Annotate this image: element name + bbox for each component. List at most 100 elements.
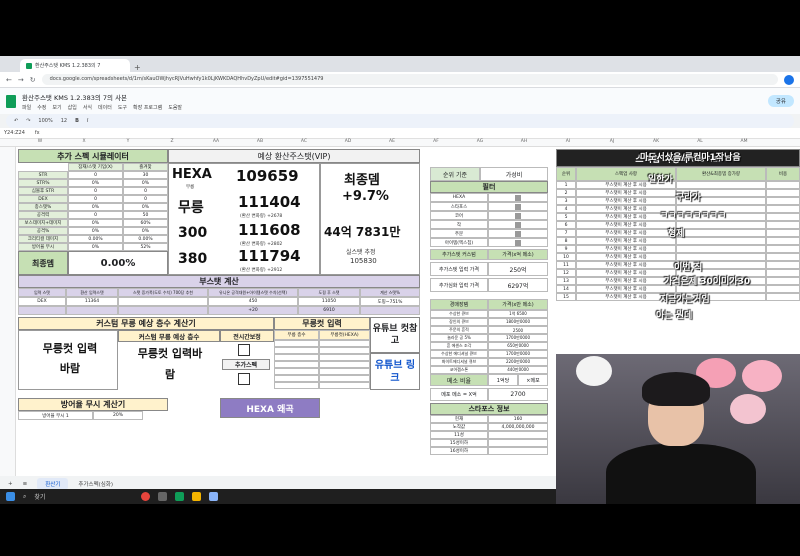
cut-hexa-cell[interactable] bbox=[319, 354, 370, 361]
auction-item-value[interactable]: 1700만0000 bbox=[488, 334, 548, 342]
url-input[interactable]: docs.google.com/spreadsheets/d/1m/sKauOW… bbox=[41, 74, 778, 85]
sim-row-input[interactable]: 0 bbox=[68, 211, 123, 219]
menu-edit[interactable]: 수정 bbox=[37, 104, 46, 111]
redo-icon[interactable]: ↷ bbox=[26, 118, 30, 124]
column-header[interactable]: AH bbox=[502, 139, 546, 146]
column-header[interactable]: AK bbox=[634, 139, 678, 146]
column-header[interactable]: AB bbox=[238, 139, 282, 146]
auction-item-value[interactable]: 2200만0000 bbox=[488, 358, 548, 366]
sim-row-input[interactable]: 0 bbox=[68, 171, 123, 179]
filter-checkbox[interactable] bbox=[515, 239, 521, 246]
sim-row-value[interactable]: 0% bbox=[123, 203, 168, 211]
starforce-value[interactable] bbox=[488, 447, 548, 455]
doc-title[interactable]: 환산주스탯 KMS 1.2.383의 7의 사본 bbox=[22, 92, 762, 102]
font-size-input[interactable]: 12 bbox=[61, 118, 67, 124]
sheets-logo-icon[interactable] bbox=[6, 94, 16, 108]
sim-row-value[interactable]: 60% bbox=[123, 219, 168, 227]
custom-price-value[interactable]: 6297억 bbox=[488, 278, 548, 292]
cut-floor-cell[interactable] bbox=[274, 368, 319, 375]
sim-row-input[interactable]: 0% bbox=[68, 179, 123, 187]
hexa-distortion-button[interactable]: HEXA 왜곡 bbox=[220, 398, 320, 418]
cut-floor-cell[interactable] bbox=[274, 382, 319, 389]
italic-icon[interactable]: I bbox=[87, 118, 88, 124]
sheet-tab-extra[interactable]: 추가스펙(심화) bbox=[78, 480, 113, 488]
column-header[interactable]: AI bbox=[546, 139, 590, 146]
share-button[interactable]: 공유 bbox=[767, 95, 794, 107]
cut-floor-cell[interactable] bbox=[274, 361, 319, 368]
windows-start-icon[interactable] bbox=[6, 492, 15, 501]
cut-floor-cell[interactable] bbox=[274, 354, 319, 361]
column-header[interactable]: AF bbox=[414, 139, 458, 146]
boost-cell[interactable] bbox=[118, 297, 208, 306]
bold-icon[interactable]: B bbox=[75, 118, 79, 124]
meso-rate-value[interactable]: 2700 bbox=[488, 388, 548, 401]
filter-checkbox[interactable] bbox=[515, 230, 521, 237]
filter-checkbox[interactable] bbox=[515, 194, 521, 201]
boost-cell[interactable]: 11050 bbox=[298, 297, 360, 306]
zoom-select[interactable]: 100% bbox=[38, 118, 52, 124]
auction-item-value[interactable]: 1억 6500 bbox=[488, 310, 548, 318]
filter-checkbox[interactable] bbox=[515, 203, 521, 210]
boost-cell[interactable]: 도핑~751% bbox=[360, 297, 420, 306]
menu-tools[interactable]: 도구 bbox=[118, 104, 127, 111]
sim-row-value[interactable]: 0 bbox=[123, 187, 168, 195]
column-header[interactable]: AA bbox=[194, 139, 238, 146]
auction-item-value[interactable]: 2500 bbox=[488, 326, 548, 334]
undo-icon[interactable]: ↶ bbox=[14, 118, 18, 124]
reload-icon[interactable]: ↻ bbox=[30, 76, 36, 84]
filter-checkbox[interactable] bbox=[515, 212, 521, 219]
menu-file[interactable]: 파일 bbox=[22, 104, 31, 111]
sim-row-input[interactable]: 0% bbox=[68, 243, 123, 251]
column-header[interactable]: AL bbox=[678, 139, 722, 146]
browser-tab[interactable]: 환산주스탯 KMS 1.2.383의 7 bbox=[20, 59, 130, 72]
sim-row-input[interactable]: 0 bbox=[68, 187, 123, 195]
sim-row-value[interactable]: 0% bbox=[123, 227, 168, 235]
cut-floor-cell[interactable] bbox=[274, 375, 319, 382]
forward-icon[interactable]: → bbox=[18, 76, 24, 84]
search-icon[interactable]: ⌕ bbox=[23, 493, 26, 501]
sim-row-value[interactable]: 50 bbox=[123, 211, 168, 219]
sim-row-value[interactable]: 30 bbox=[123, 171, 168, 179]
column-header[interactable]: X bbox=[62, 139, 106, 146]
taskbar-search[interactable]: 찾기 bbox=[34, 492, 45, 501]
sim-row-input[interactable]: 0% bbox=[68, 219, 123, 227]
rank-basis-select[interactable]: 가성비 bbox=[480, 167, 548, 181]
boost-cell[interactable]: DEX bbox=[18, 297, 66, 306]
cut-floor-cell[interactable] bbox=[274, 340, 319, 347]
starforce-value[interactable] bbox=[488, 431, 548, 439]
boost-cell[interactable]: 450 bbox=[208, 297, 298, 306]
add-sheet-icon[interactable]: + bbox=[8, 481, 13, 487]
starforce-value[interactable]: 4,000,000,000 bbox=[488, 423, 548, 431]
back-icon[interactable]: ← bbox=[6, 76, 12, 84]
all-sheets-icon[interactable]: ≡ bbox=[23, 481, 28, 487]
sim-row-value[interactable]: 0% bbox=[123, 179, 168, 187]
column-header[interactable]: AC bbox=[282, 139, 326, 146]
boost-cell[interactable]: 11364 bbox=[66, 297, 118, 306]
cut-hexa-cell[interactable] bbox=[319, 375, 370, 382]
menu-format[interactable]: 서식 bbox=[83, 104, 92, 111]
starforce-value[interactable]: 160 bbox=[488, 415, 548, 423]
name-box[interactable]: Y24:Z24 bbox=[4, 130, 25, 136]
column-header[interactable]: Z bbox=[150, 139, 194, 146]
cut-hexa-cell[interactable] bbox=[319, 361, 370, 368]
menu-help[interactable]: 도움말 bbox=[168, 104, 182, 111]
cut-floor-cell[interactable] bbox=[274, 347, 319, 354]
cut-hexa-cell[interactable] bbox=[319, 382, 370, 389]
auction-item-value[interactable]: 1800만0000 bbox=[488, 318, 548, 326]
auction-item-value[interactable]: 1700만0000 bbox=[488, 350, 548, 358]
menu-extensions[interactable]: 확장 프로그램 bbox=[133, 104, 162, 111]
auction-item-value[interactable]: 440만0000 bbox=[488, 366, 548, 374]
sim-row-input[interactable]: 0% bbox=[68, 227, 123, 235]
sim-row-value[interactable]: 0 bbox=[123, 195, 168, 203]
custom-price-value[interactable]: 250억 bbox=[488, 262, 548, 276]
cut-hexa-cell[interactable] bbox=[319, 347, 370, 354]
youtube-link[interactable]: 유튜브 링크 bbox=[370, 353, 420, 390]
menu-view[interactable]: 보기 bbox=[52, 104, 61, 111]
column-header[interactable]: Y bbox=[106, 139, 150, 146]
profile-icon[interactable] bbox=[784, 74, 794, 85]
filter-checkbox[interactable] bbox=[515, 221, 521, 228]
column-header[interactable]: W bbox=[18, 139, 62, 146]
new-tab-icon[interactable]: + bbox=[134, 63, 141, 72]
starforce-value[interactable] bbox=[488, 439, 548, 447]
explorer-icon[interactable] bbox=[192, 492, 202, 501]
